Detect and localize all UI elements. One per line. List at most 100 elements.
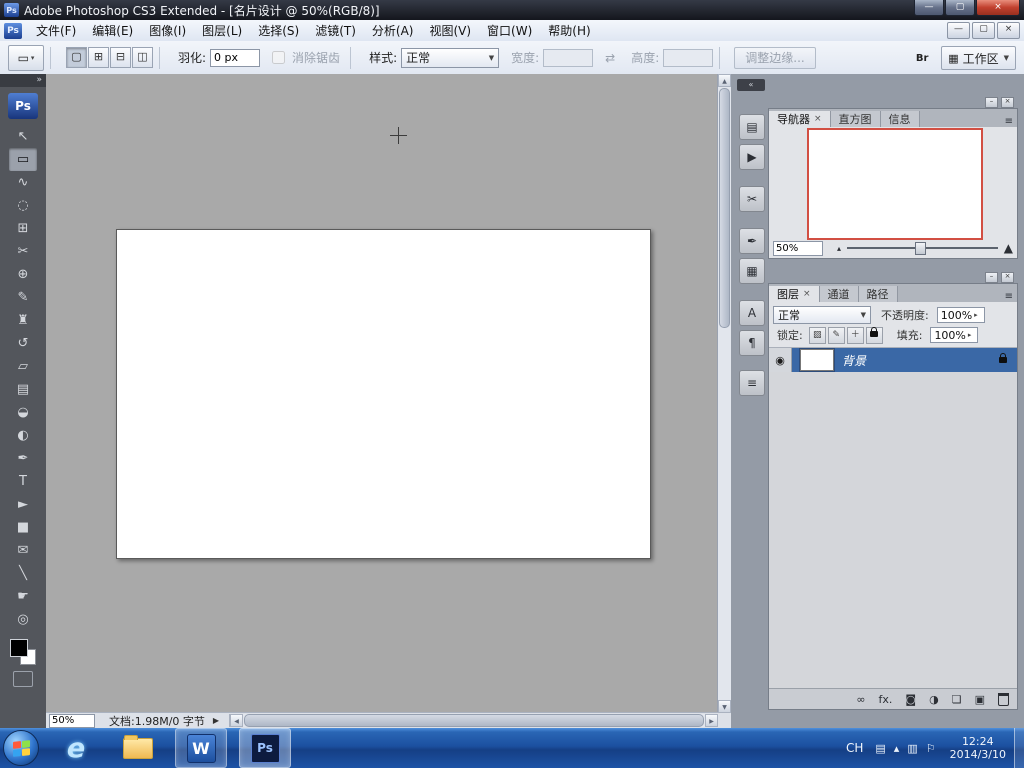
tab-close-icon[interactable]: × xyxy=(803,289,811,299)
style-select[interactable]: 正常 ▼ xyxy=(401,48,499,68)
start-button[interactable] xyxy=(3,730,39,766)
paragraph-panel-icon[interactable]: ¶ xyxy=(739,330,765,356)
action-center-flag-icon[interactable]: ⚐ xyxy=(926,742,936,755)
lock-position-icon[interactable]: ＋ xyxy=(847,327,864,344)
visibility-toggle[interactable]: ◉ xyxy=(769,348,792,372)
intersect-selection-button[interactable]: ◫ xyxy=(132,47,153,68)
menu-item-image[interactable]: 图像(I) xyxy=(141,20,194,41)
feather-input[interactable] xyxy=(210,49,260,67)
tab-channels[interactable]: 通道 xyxy=(820,286,859,302)
toolbox-collapse-chevrons[interactable]: » xyxy=(0,74,46,87)
foreground-color-swatch[interactable] xyxy=(10,639,28,657)
panel-close-icon[interactable]: × xyxy=(1001,272,1014,283)
doc-close-button[interactable]: × xyxy=(997,22,1020,39)
tab-close-icon[interactable]: × xyxy=(814,114,822,124)
vertical-scroll-thumb[interactable] xyxy=(719,88,730,328)
taskbar-item-word[interactable]: W xyxy=(175,728,227,768)
zoom-in-icon[interactable]: ▲ xyxy=(1004,241,1013,255)
workspace-button[interactable]: ▦ 工作区 ▼ xyxy=(941,46,1016,70)
horizontal-scrollbar[interactable]: ◀ ▶ xyxy=(229,714,718,727)
layer-row-background[interactable]: ◉ 背景 xyxy=(769,348,1017,372)
menu-item-layer[interactable]: 图层(L) xyxy=(194,20,250,41)
scroll-left-icon[interactable]: ◀ xyxy=(230,714,243,727)
vertical-scrollbar[interactable]: ▲ ▼ xyxy=(717,74,731,713)
opacity-value[interactable]: 100% ▸ xyxy=(937,307,985,323)
quick-selection-tool[interactable]: ◌ xyxy=(9,194,37,217)
spot-healing-brush-tool[interactable]: ⊕ xyxy=(9,263,37,286)
tool-presets-panel-icon[interactable]: ✂ xyxy=(739,186,765,212)
document-canvas[interactable] xyxy=(116,229,651,559)
layer-mask-icon[interactable]: ◙ xyxy=(905,693,916,706)
lasso-tool[interactable]: ∿ xyxy=(9,171,37,194)
menu-item-window[interactable]: 窗口(W) xyxy=(479,20,540,41)
history-brush-tool[interactable]: ↺ xyxy=(9,332,37,355)
lock-all-icon[interactable] xyxy=(866,327,883,344)
fill-value[interactable]: 100% ▸ xyxy=(930,327,978,343)
panel-minimize-icon[interactable]: – xyxy=(985,97,998,108)
crop-tool[interactable]: ⊞ xyxy=(9,217,37,240)
hand-tool[interactable]: ☛ xyxy=(9,585,37,608)
tool-preset-picker[interactable]: ▭ ▾ xyxy=(8,45,44,71)
character-panel-icon[interactable]: A xyxy=(739,300,765,326)
slice-tool[interactable]: ✂ xyxy=(9,240,37,263)
panel-menu-icon[interactable]: ≡ xyxy=(1005,291,1013,302)
scroll-up-icon[interactable]: ▲ xyxy=(718,74,731,87)
layer-styles-icon[interactable]: fx. xyxy=(879,693,893,706)
link-layers-icon[interactable]: ∞ xyxy=(856,693,865,706)
eraser-tool[interactable]: ▱ xyxy=(9,355,37,378)
menu-item-help[interactable]: 帮助(H) xyxy=(540,20,598,41)
tab-paths[interactable]: 路径 xyxy=(859,286,898,302)
horizontal-type-tool[interactable]: T xyxy=(9,470,37,493)
touch-keyboard-icon[interactable]: ▤ xyxy=(875,742,885,755)
actions-panel-icon[interactable]: ▶ xyxy=(739,144,765,170)
taskbar-item-explorer[interactable] xyxy=(113,729,163,767)
panel-menu-icon[interactable]: ≡ xyxy=(1005,116,1013,127)
adjustment-layer-icon[interactable]: ◑ xyxy=(929,693,939,706)
layer-thumbnail[interactable] xyxy=(800,349,834,371)
pen-tool[interactable]: ✒ xyxy=(9,447,37,470)
clone-source-panel-icon[interactable]: ▦ xyxy=(739,258,765,284)
horizontal-scroll-thumb[interactable] xyxy=(244,714,704,727)
blend-mode-select[interactable]: 正常 ▼ xyxy=(773,306,871,324)
notes-tool[interactable]: ✉ xyxy=(9,539,37,562)
rectangle-tool[interactable]: ■ xyxy=(9,516,37,539)
restore-button[interactable]: ▢ xyxy=(945,0,975,16)
spinner-icon[interactable]: ▸ xyxy=(968,331,972,339)
expand-dock-chevrons[interactable]: « xyxy=(737,79,765,91)
add-to-selection-button[interactable]: ⊞ xyxy=(88,47,109,68)
lock-transparent-pixels-icon[interactable]: ▨ xyxy=(809,327,826,344)
close-button[interactable]: × xyxy=(976,0,1020,16)
menu-item-filter[interactable]: 滤镜(T) xyxy=(307,20,364,41)
scroll-right-icon[interactable]: ▶ xyxy=(705,714,718,727)
menu-item-select[interactable]: 选择(S) xyxy=(250,20,307,41)
zoom-tool[interactable]: ◎ xyxy=(9,608,37,631)
menu-item-view[interactable]: 视图(V) xyxy=(421,20,479,41)
taskbar-item-photoshop[interactable]: Ps xyxy=(239,728,291,768)
tab-info[interactable]: 信息 xyxy=(881,111,920,127)
path-selection-tool[interactable]: ► xyxy=(9,493,37,516)
dodge-tool[interactable]: ◐ xyxy=(9,424,37,447)
rectangular-marquee-tool[interactable]: ▭ xyxy=(9,148,37,171)
tab-layers[interactable]: 图层 × xyxy=(769,286,820,302)
taskbar-clock[interactable]: 12:24 2014/3/10 xyxy=(950,735,1006,761)
doc-restore-button[interactable]: ▢ xyxy=(972,22,995,39)
zoom-slider-thumb[interactable] xyxy=(915,242,926,255)
clone-stamp-tool[interactable]: ♜ xyxy=(9,309,37,332)
new-selection-button[interactable]: ▢ xyxy=(66,47,87,68)
menu-item-edit[interactable]: 编辑(E) xyxy=(84,20,141,41)
language-indicator[interactable]: CH xyxy=(846,741,863,755)
show-desktop-button[interactable] xyxy=(1014,728,1024,768)
panel-close-icon[interactable]: × xyxy=(1001,97,1014,108)
gradient-tool[interactable]: ▤ xyxy=(9,378,37,401)
network-icon[interactable]: ▥ xyxy=(907,742,917,755)
delete-layer-icon[interactable] xyxy=(998,693,1009,706)
subtract-from-selection-button[interactable]: ⊟ xyxy=(110,47,131,68)
menu-item-file[interactable]: 文件(F) xyxy=(28,20,84,41)
blur-tool[interactable]: ◒ xyxy=(9,401,37,424)
brushes-panel-icon[interactable]: ✒ xyxy=(739,228,765,254)
zoom-out-icon[interactable]: ▴ xyxy=(837,244,841,253)
status-zoom-input[interactable] xyxy=(49,714,95,728)
info-panel-icon[interactable]: ≡ xyxy=(739,370,765,396)
bridge-icon[interactable]: Br xyxy=(909,46,935,70)
doc-minimize-button[interactable]: — xyxy=(947,22,970,39)
